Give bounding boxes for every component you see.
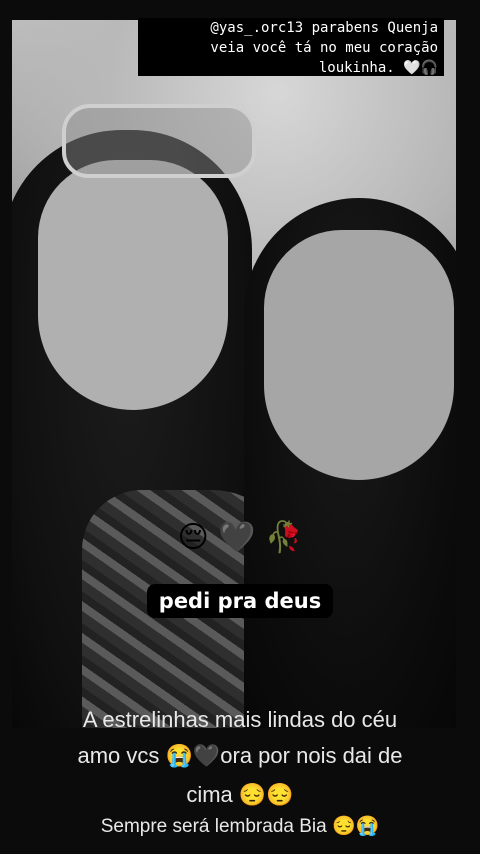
caption-line-3: loukinha. 🤍🎧 <box>318 60 438 76</box>
top-caption: @yas_.orc13 parabens Quenja veia você tá… <box>138 18 444 76</box>
right-person-face <box>264 230 454 480</box>
bottom-line-1: A estrelinhas mais lindas do céu <box>82 707 398 732</box>
text-sticker: pedi pra deus <box>147 584 333 618</box>
bottom-line-3: cima 😔😔 <box>186 782 294 807</box>
bottom-message: A estrelinhas mais lindas do céu amo vcs… <box>0 706 480 842</box>
caption-line-1: @yas_.orc13 parabens Quenja <box>210 20 438 36</box>
left-person-face <box>38 160 228 410</box>
sunglasses <box>62 104 256 178</box>
caption-line-2: veia você tá no meu coração <box>210 40 438 56</box>
bottom-line-2: amo vcs 😭🖤ora por nois dai de <box>77 743 403 768</box>
story-frame: @yas_.orc13 parabens Quenja veia você tá… <box>0 0 480 854</box>
bottom-line-4: Sempre será lembrada Bia 😔😭 <box>100 816 380 837</box>
photo <box>12 20 456 728</box>
emoji-sticker: 😔 🖤 🥀 <box>177 520 303 555</box>
